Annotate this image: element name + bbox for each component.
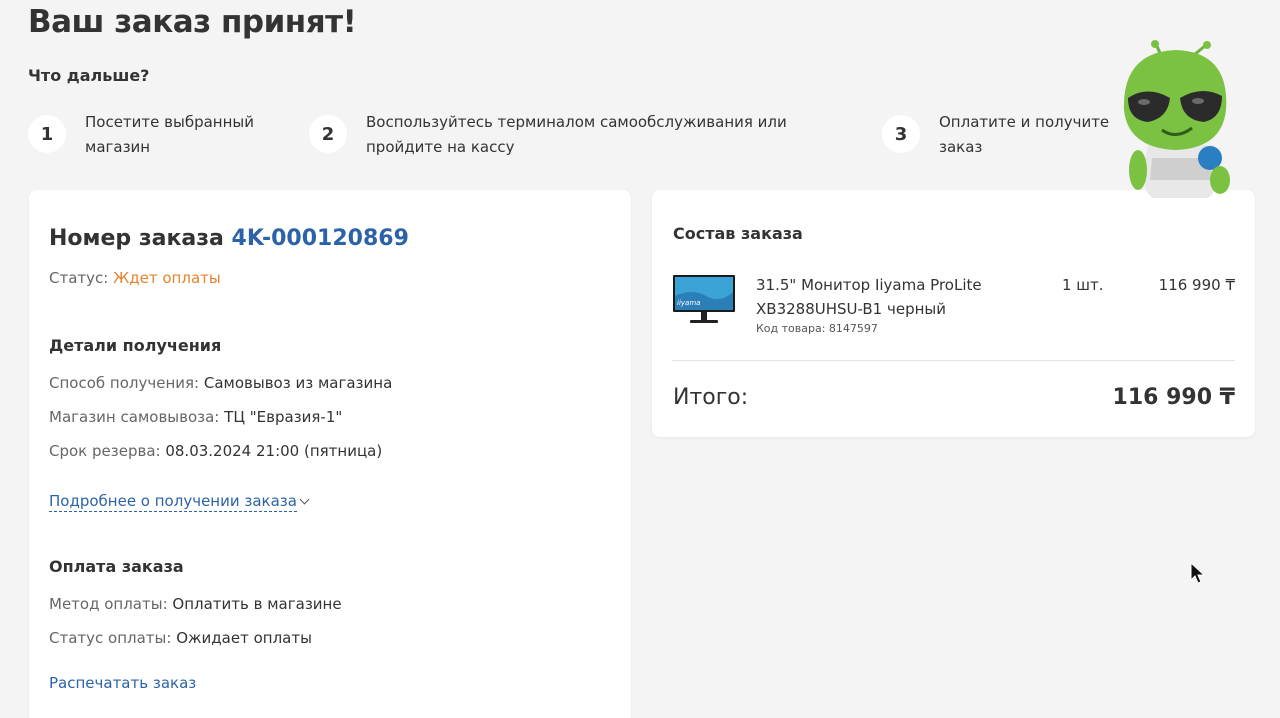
payment-method-value: Оплатить в магазине [172, 595, 342, 613]
payment-status-value: Ожидает оплаты [176, 629, 312, 647]
delivery-more-link[interactable]: Подробнее о получении заказа [49, 492, 310, 512]
next-steps-title: Что дальше? [28, 66, 150, 85]
print-order-link[interactable]: Распечатать заказ [49, 674, 196, 692]
pickup-store: Магазин самовывоза: ТЦ "Евразия-1" [49, 408, 342, 426]
pickup-store-label: Магазин самовывоза: [49, 408, 220, 426]
payment-status: Статус оплаты: Ожидает оплаты [49, 629, 312, 647]
monitor-product-image[interactable]: iiyama [672, 274, 736, 326]
order-number-label: Номер заказа [49, 226, 224, 251]
step-1: 1 Посетите выбранный магазин [28, 110, 260, 160]
pickup-store-value: ТЦ "Евразия-1" [224, 408, 343, 426]
product-code: Код товара: 8147597 [756, 322, 878, 335]
payment-title: Оплата заказа [49, 557, 184, 576]
product-price: 116 990 ₸ [1158, 276, 1235, 294]
order-status-value: Ждет оплаты [113, 269, 221, 287]
delivery-method: Способ получения: Самовывоз из магазина [49, 374, 392, 392]
order-summary-card: Состав заказа iiyama 31.5" Монитор Iiyam… [652, 190, 1255, 437]
order-status-label: Статус: [49, 269, 109, 287]
alien-mascot [1123, 40, 1230, 198]
product-name[interactable]: 31.5" Монитор Iiyama ProLite XB3288UHSU-… [756, 273, 1026, 321]
order-summary-title: Состав заказа [673, 224, 803, 243]
step-text: Оплатите и получите заказ [939, 113, 1110, 156]
order-details-card: Номер заказа 4K-000120869 Статус: Ждет о… [29, 190, 631, 718]
step-text: Воспользуйтесь терминалом самообслуживан… [366, 113, 787, 156]
product-quantity: 1 шт. [1062, 276, 1104, 294]
delivery-details-title: Детали получения [49, 336, 222, 355]
reserve-deadline-label: Срок резерва: [49, 442, 161, 460]
mouse-cursor-icon [1190, 562, 1206, 584]
summary-divider [672, 360, 1235, 361]
payment-method: Метод оплаты: Оплатить в магазине [49, 595, 342, 613]
step-number: 1 [28, 115, 66, 153]
reserve-deadline: Срок резерва: 08.03.2024 21:00 (пятница) [49, 442, 382, 460]
step-2: 2 Воспользуйтесь терминалом самообслужив… [309, 110, 866, 160]
delivery-more-link-text[interactable]: Подробнее о получении заказа [49, 492, 297, 512]
order-status: Статус: Ждет оплаты [49, 269, 221, 287]
step-3: 3 Оплатите и получите заказ [882, 110, 1114, 160]
monitor-brand-text: iiyama [677, 299, 700, 307]
step-number: 2 [309, 115, 347, 153]
step-text: Посетите выбранный магазин [85, 113, 255, 156]
reserve-deadline-value: 08.03.2024 21:00 (пятница) [165, 442, 383, 460]
payment-method-label: Метод оплаты: [49, 595, 168, 613]
total-value: 116 990 ₸ [1112, 385, 1235, 410]
payment-status-label: Статус оплаты: [49, 629, 172, 647]
page-title: Ваш заказ принят! [28, 4, 357, 40]
order-number-heading: Номер заказа 4K-000120869 [49, 226, 409, 251]
total-label: Итого: [673, 385, 749, 410]
delivery-method-value: Самовывоз из магазина [203, 374, 393, 392]
chevron-down-icon[interactable] [299, 494, 310, 505]
delivery-method-label: Способ получения: [49, 374, 200, 392]
order-number-value: 4K-000120869 [231, 226, 409, 251]
step-number: 3 [882, 115, 920, 153]
